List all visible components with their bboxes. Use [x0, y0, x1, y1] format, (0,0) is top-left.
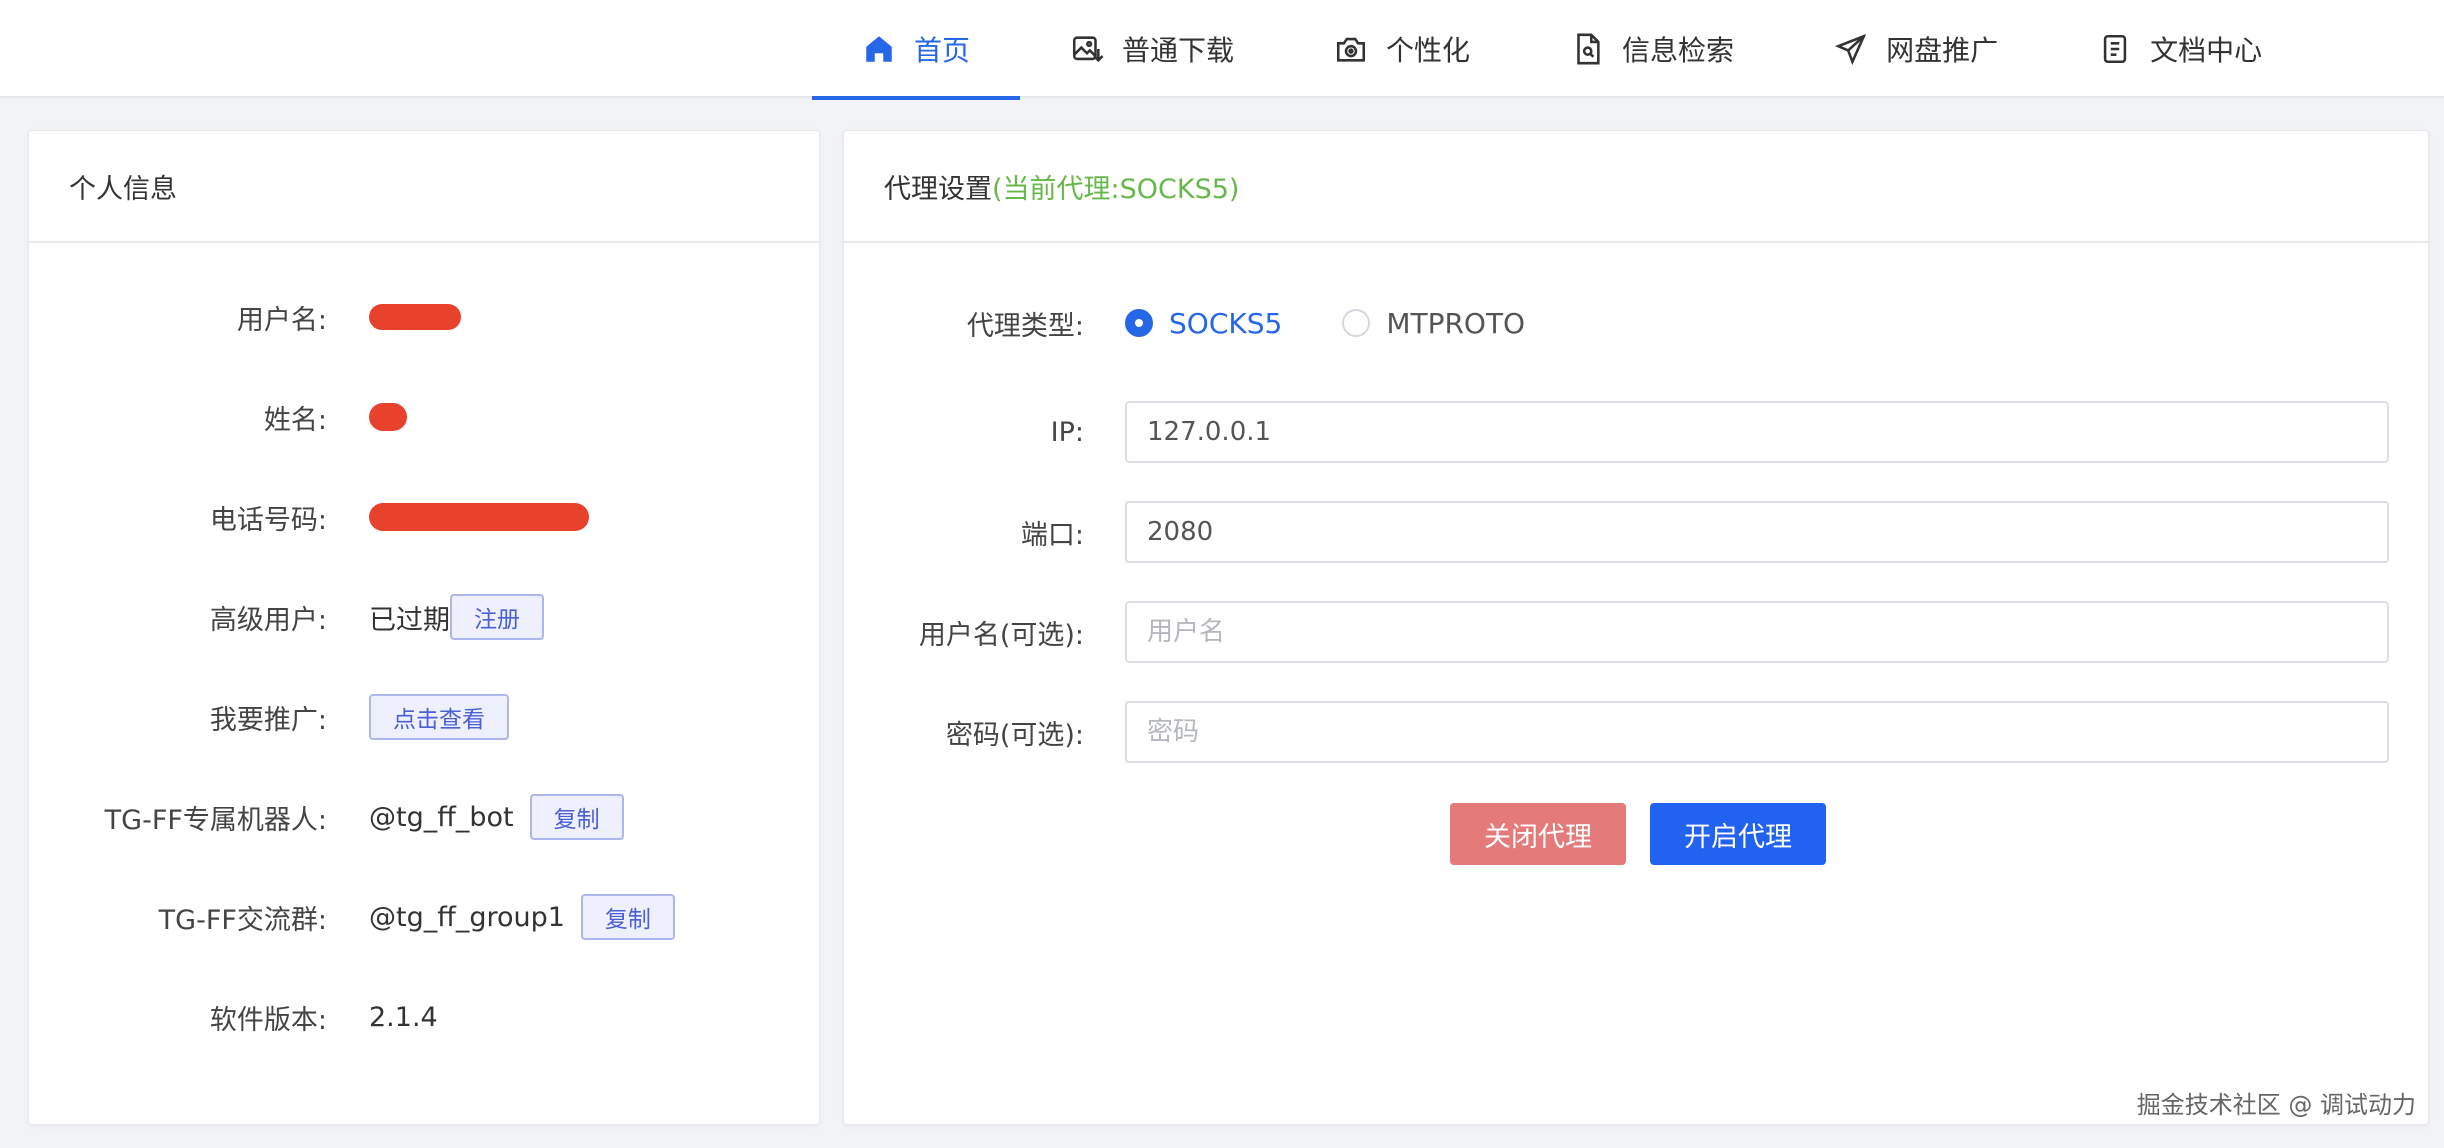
radio-socks5[interactable]: SOCKS5 [1125, 307, 1282, 340]
send-icon [1834, 32, 1868, 66]
port-row: 端口: [844, 501, 2430, 563]
radio-label: MTPROTO [1386, 306, 1526, 340]
port-input[interactable] [1125, 501, 2389, 563]
radio-mtproto[interactable]: MTPROTO [1342, 307, 1525, 340]
nav-tab-netdisk-promo[interactable]: 网盘推广 [1784, 0, 2048, 98]
bot-row: TG-FF专属机器人: @tg_ff_bot 复制 [29, 787, 821, 847]
nav-tab-personalize[interactable]: 个性化 [1284, 0, 1520, 98]
password-row: 密码(可选): [844, 701, 2430, 763]
profile-card: 个人信息 用户名: 姓名: 电话号码: 高级用户: 已过期 注册 我要推广: 点… [28, 130, 820, 1125]
view-promotion-button[interactable]: 点击查看 [369, 694, 509, 740]
name-value [369, 403, 407, 431]
vip-value: 已过期 注册 [369, 594, 544, 640]
copy-bot-button[interactable]: 复制 [529, 794, 624, 840]
redaction-mark [369, 304, 461, 330]
radio-checked-icon [1125, 309, 1153, 337]
version-label: 软件版本: [209, 1004, 327, 1036]
nav-tab-info-search[interactable]: 信息检索 [1520, 0, 1784, 98]
bot-label: TG-FF专属机器人: [104, 804, 327, 836]
vip-label: 高级用户: [209, 604, 327, 636]
name-row: 姓名: [29, 387, 821, 447]
nav-tab-label: 个性化 [1386, 34, 1471, 67]
proxy-card: 代理设置 (当前代理:SOCKS5) 代理类型: SOCKS5 MTPROTO … [843, 130, 2429, 1125]
promote-row: 我要推广: 点击查看 [29, 687, 821, 747]
nav-tab-label: 首页 [914, 34, 971, 67]
nav-tab-label: 信息检索 [1622, 34, 1735, 67]
watermark: 掘金技术社区 @ 调试动力 [2136, 1091, 2416, 1119]
proxy-password-input[interactable] [1125, 701, 2389, 763]
ip-label: IP: [1050, 416, 1084, 448]
group-handle: @tg_ff_group1 [369, 901, 565, 933]
port-label: 端口: [1020, 519, 1084, 551]
version-row: 软件版本: 2.1.4 [29, 987, 821, 1047]
current-proxy-status: (当前代理:SOCKS5) [992, 173, 1240, 205]
bot-handle: @tg_ff_bot [369, 801, 514, 833]
promote-value: 点击查看 [369, 694, 509, 740]
proxy-type-row: 代理类型: SOCKS5 MTPROTO [844, 293, 2430, 353]
username-value [369, 304, 461, 330]
top-navigation-bar: 首页 普通下载 个性化 信息检索 网盘推广 文档中心 [0, 0, 2444, 100]
phone-value [369, 503, 589, 531]
nav-tab-label: 网盘推广 [1886, 34, 1999, 67]
image-download-icon [1070, 32, 1104, 66]
username-row: 用户名: [29, 287, 821, 347]
group-row: TG-FF交流群: @tg_ff_group1 复制 [29, 887, 821, 947]
nav-tab-home[interactable]: 首页 [812, 0, 1021, 100]
username-row: 用户名(可选): [844, 601, 2430, 663]
group-label: TG-FF交流群: [158, 904, 327, 936]
nav-tab-normal-download[interactable]: 普通下载 [1020, 0, 1284, 98]
proxy-username-label: 用户名(可选): [918, 619, 1084, 651]
home-icon [862, 32, 896, 66]
register-button[interactable]: 注册 [450, 594, 544, 640]
proxy-title: 代理设置 [884, 173, 992, 205]
camera-gear-icon [1334, 32, 1368, 66]
open-proxy-button[interactable]: 开启代理 [1650, 803, 1826, 865]
nav-tab-label: 普通下载 [1122, 34, 1235, 67]
vip-row: 高级用户: 已过期 注册 [29, 587, 821, 647]
close-proxy-button[interactable]: 关闭代理 [1450, 803, 1626, 865]
proxy-password-label: 密码(可选): [945, 719, 1084, 751]
phone-row: 电话号码: [29, 487, 821, 547]
main-nav: 首页 普通下载 个性化 信息检索 网盘推广 文档中心 [812, 0, 2312, 100]
file-search-icon [1570, 32, 1604, 66]
redaction-mark [369, 403, 407, 431]
nav-tab-docs[interactable]: 文档中心 [2048, 0, 2312, 98]
copy-group-button[interactable]: 复制 [580, 894, 675, 940]
proxy-username-input[interactable] [1125, 601, 2389, 663]
document-icon [2098, 32, 2132, 66]
profile-card-title: 个人信息 [29, 131, 819, 243]
vip-status-text: 已过期 [369, 604, 450, 636]
bot-value: @tg_ff_bot 复制 [369, 794, 624, 840]
phone-label: 电话号码: [209, 504, 327, 536]
redaction-mark [369, 503, 589, 531]
proxy-type-label: 代理类型: [966, 310, 1084, 342]
ip-row: IP: [844, 401, 2430, 463]
name-label: 姓名: [263, 404, 327, 436]
proxy-type-radio-group: SOCKS5 MTPROTO [1125, 307, 1525, 340]
radio-unchecked-icon [1342, 309, 1371, 337]
group-value: @tg_ff_group1 复制 [369, 894, 675, 940]
promote-label: 我要推广: [209, 704, 327, 736]
ip-input[interactable] [1125, 401, 2389, 463]
radio-label: SOCKS5 [1169, 306, 1283, 340]
proxy-card-title: 代理设置 (当前代理:SOCKS5) [844, 131, 2428, 243]
nav-tab-label: 文档中心 [2150, 34, 2263, 67]
username-label: 用户名: [236, 304, 327, 336]
version-value: 2.1.4 [369, 1001, 438, 1033]
